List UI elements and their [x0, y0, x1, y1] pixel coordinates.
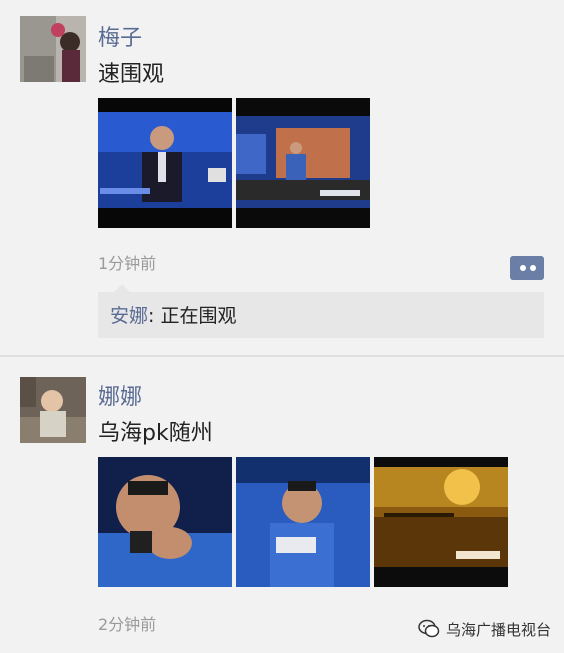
post-photo[interactable] — [98, 457, 232, 587]
moment-post: 娜娜 乌海pk随州 2分钟前 — [0, 357, 564, 653]
comment-box: 安娜: 正在围观 — [98, 284, 544, 338]
post-time: 2分钟前 — [98, 615, 157, 634]
post-photo[interactable] — [236, 98, 370, 228]
comment-separator: : — [148, 305, 161, 327]
comment-item[interactable]: 安娜: 正在围观 — [110, 301, 236, 328]
avatar[interactable] — [20, 377, 86, 443]
dot-icon — [530, 265, 536, 271]
comment-button[interactable] — [510, 256, 544, 280]
wechat-icon — [418, 619, 440, 639]
moment-post: 梅子 速围观 1分钟前 安娜: 正在围观 — [0, 0, 564, 356]
commenter-name[interactable]: 安娜 — [110, 305, 148, 327]
author-name[interactable]: 梅子 — [98, 20, 142, 52]
author-name[interactable]: 娜娜 — [98, 379, 142, 411]
post-photo[interactable] — [374, 457, 508, 587]
watermark: 乌海广播电视台 — [418, 616, 551, 642]
dot-icon — [520, 265, 526, 271]
post-time: 1分钟前 — [98, 254, 157, 273]
post-photo[interactable] — [98, 98, 232, 228]
comment-text: 正在围观 — [160, 305, 237, 327]
watermark-text: 乌海广播电视台 — [446, 620, 552, 639]
post-text: 速围观 — [98, 62, 165, 87]
post-photo[interactable] — [236, 457, 370, 587]
avatar[interactable] — [20, 16, 86, 82]
post-text: 乌海pk随州 — [98, 421, 213, 446]
